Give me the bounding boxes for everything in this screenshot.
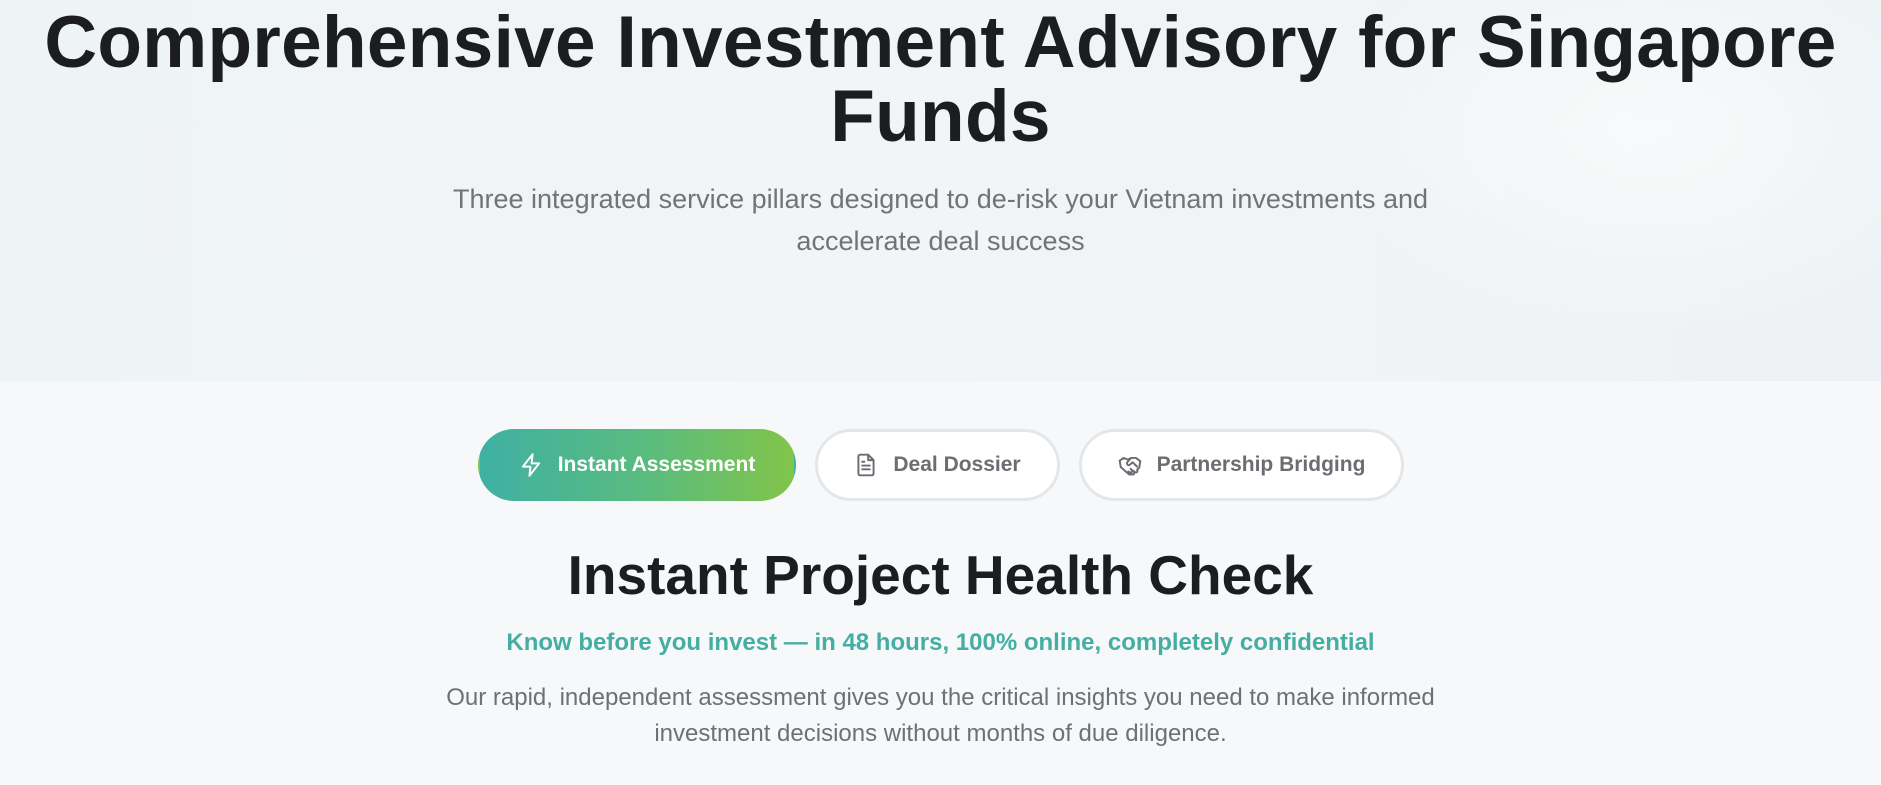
tab-instant-assessment[interactable]: Instant Assessment <box>477 429 796 501</box>
hero-title: Comprehensive Investment Advisory for Si… <box>44 2 1837 157</box>
tab-deal-dossier[interactable]: Deal Dossier <box>814 429 1060 501</box>
services-section: Instant Assessment Deal Dossier Partners… <box>0 381 1881 785</box>
tab-label: Partnership Bridging <box>1156 453 1366 476</box>
handshake-icon <box>1117 452 1143 478</box>
tab-label: Instant Assessment <box>557 453 756 476</box>
service-tabs: Instant Assessment Deal Dossier Partners… <box>0 429 1881 501</box>
tab-partnership-bridging[interactable]: Partnership Bridging <box>1078 429 1404 501</box>
page: Comprehensive Investment Advisory for Si… <box>0 0 1881 785</box>
tab-label: Deal Dossier <box>893 453 1021 476</box>
hero-section: Comprehensive Investment Advisory for Si… <box>0 0 1881 381</box>
lightning-icon <box>518 452 544 478</box>
document-icon <box>853 452 879 478</box>
section-description: Our rapid, independent assessment gives … <box>446 684 1435 747</box>
section-tagline: Know before you invest — in 48 hours, 10… <box>506 629 1375 656</box>
section-title: Instant Project Health Check <box>567 544 1314 606</box>
hero-subtitle: Three integrated service pillars designe… <box>453 184 1428 256</box>
